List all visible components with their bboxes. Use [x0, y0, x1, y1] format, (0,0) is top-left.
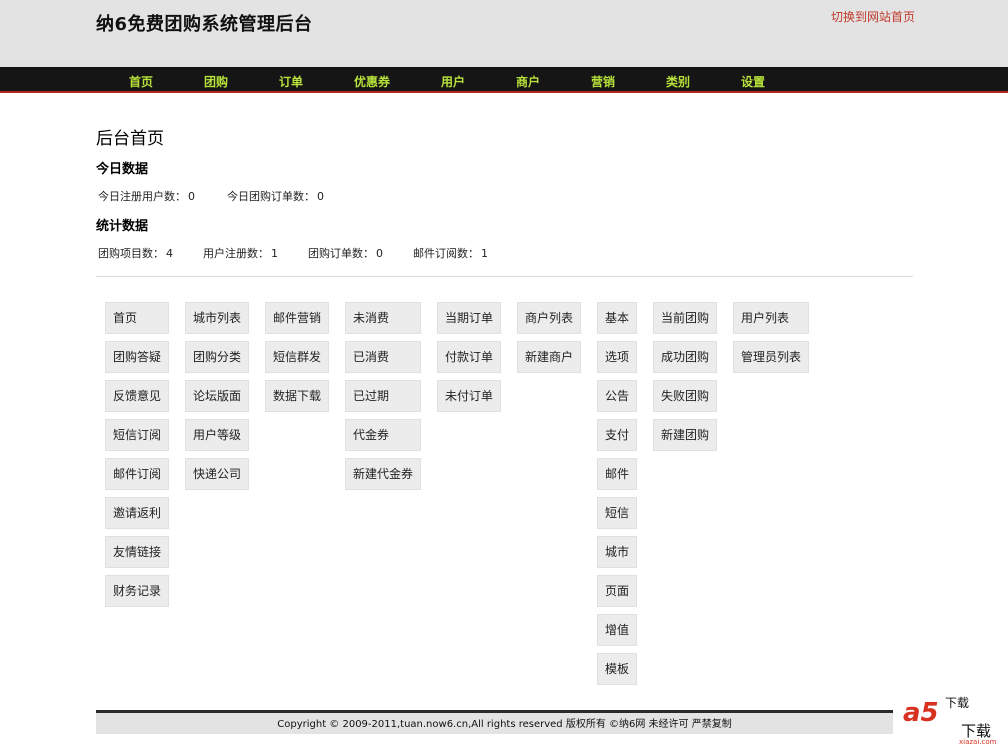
menu-btn-finance-records[interactable]: 财务记录 [105, 575, 170, 607]
menu-column-home: 首页 团购答疑 反馈意见 短信订阅 邮件订阅 邀请返利 友情链接 财务记录 [105, 302, 170, 614]
menu-btn-express-company[interactable]: 快递公司 [185, 458, 250, 490]
copyright-text: Copyright © 2009-2011,tuan.now6.cn,All r… [277, 719, 732, 730]
order-count-stat: 团购订单数： 0 [306, 245, 383, 261]
menu-btn-expired[interactable]: 已过期 [345, 380, 422, 412]
nav-item-groupbuy[interactable]: 团购 [204, 73, 228, 90]
stat-label: 用户注册数： [203, 247, 269, 260]
nav-item-users[interactable]: 用户 [441, 73, 465, 90]
menu-btn-templates[interactable]: 模板 [597, 653, 638, 685]
menu-column-settings: 基本 选项 公告 支付 邮件 短信 城市 页面 增值 模板 [597, 302, 638, 692]
menu-column-marketing: 邮件营销 短信群发 数据下载 [265, 302, 330, 419]
nav-item-settings[interactable]: 设置 [741, 73, 765, 90]
menu-btn-current-orders[interactable]: 当期订单 [437, 302, 502, 334]
menu-column-orders: 当期订单 付款订单 未付订单 [437, 302, 502, 419]
stat-value: 0 [317, 190, 324, 203]
menu-btn-options[interactable]: 选项 [597, 341, 638, 373]
menu-btn-consumed[interactable]: 已消费 [345, 341, 422, 373]
menu-btn-pages[interactable]: 页面 [597, 575, 638, 607]
user-register-stat: 用户注册数： 1 [201, 245, 278, 261]
menu-btn-data-download[interactable]: 数据下载 [265, 380, 330, 412]
menu-btn-city-list[interactable]: 城市列表 [185, 302, 250, 334]
stat-label: 今日团购订单数： [227, 190, 315, 203]
menu-btn-announcement[interactable]: 公告 [597, 380, 638, 412]
menu-btn-feedback[interactable]: 反馈意见 [105, 380, 170, 412]
stat-value: 1 [271, 247, 278, 260]
menu-btn-unpaid-orders[interactable]: 未付订单 [437, 380, 502, 412]
menu-btn-mail-subscribe[interactable]: 邮件订阅 [105, 458, 170, 490]
project-count-stat: 团购项目数： 4 [96, 245, 173, 261]
menu-btn-sms-broadcast[interactable]: 短信群发 [265, 341, 330, 373]
stat-label: 团购项目数： [98, 247, 164, 260]
nav-item-home[interactable]: 首页 [129, 73, 153, 90]
stat-label: 团购订单数： [308, 247, 374, 260]
mail-subscribe-stat: 邮件订阅数： 1 [411, 245, 488, 261]
menu-btn-basic[interactable]: 基本 [597, 302, 638, 334]
menu-btn-sms-subscribe[interactable]: 短信订阅 [105, 419, 170, 451]
menu-btn-value-added[interactable]: 增值 [597, 614, 638, 646]
watermark-text-top: 下载 [945, 696, 970, 710]
menu-column-deals: 当前团购 成功团购 失败团购 新建团购 [653, 302, 718, 458]
footer: Copyright © 2009-2011,tuan.now6.cn,All r… [96, 710, 913, 734]
main-nav: 首页 团购 订单 优惠券 用户 商户 营销 类别 设置 [0, 67, 1008, 93]
menu-btn-sms[interactable]: 短信 [597, 497, 638, 529]
switch-to-site-link[interactable]: 切换到网站首页 [831, 8, 915, 25]
menu-column-coupons: 未消费 已消费 已过期 代金券 新建代金券 [345, 302, 422, 497]
menu-btn-successful-deals[interactable]: 成功团购 [653, 341, 718, 373]
menu-btn-user-level[interactable]: 用户等级 [185, 419, 250, 451]
today-orders-stat: 今日团购订单数： 0 [225, 188, 324, 204]
menu-btn-groupbuy-category[interactable]: 团购分类 [185, 341, 250, 373]
menu-btn-admin-list[interactable]: 管理员列表 [733, 341, 810, 373]
menu-btn-mail[interactable]: 邮件 [597, 458, 638, 490]
stat-value: 0 [376, 247, 383, 260]
menu-btn-home[interactable]: 首页 [105, 302, 170, 334]
stat-label: 邮件订阅数： [413, 247, 479, 260]
menu-btn-faq[interactable]: 团购答疑 [105, 341, 170, 373]
stat-label: 今日注册用户数： [98, 190, 186, 203]
stat-value: 4 [166, 247, 173, 260]
section-divider [96, 276, 913, 277]
menu-btn-new-voucher[interactable]: 新建代金券 [345, 458, 422, 490]
menu-btn-vouchers[interactable]: 代金券 [345, 419, 422, 451]
menu-column-groupbuy: 城市列表 团购分类 论坛版面 用户等级 快递公司 [185, 302, 250, 497]
stat-value: 0 [188, 190, 195, 203]
menu-btn-unconsumed[interactable]: 未消费 [345, 302, 422, 334]
menu-btn-payment[interactable]: 支付 [597, 419, 638, 451]
menu-btn-paid-orders[interactable]: 付款订单 [437, 341, 502, 373]
page-title: 后台首页 [96, 129, 164, 149]
stat-value: 1 [481, 247, 488, 260]
watermark-domain: xiazai.com [959, 738, 997, 746]
today-register-stat: 今日注册用户数： 0 [96, 188, 195, 204]
nav-item-merchants[interactable]: 商户 [516, 73, 540, 90]
menu-btn-current-deals[interactable]: 当前团购 [653, 302, 718, 334]
menu-btn-invite-rebate[interactable]: 邀请返利 [105, 497, 170, 529]
nav-item-categories[interactable]: 类别 [666, 73, 690, 90]
menu-btn-failed-deals[interactable]: 失败团购 [653, 380, 718, 412]
menu-btn-forum-board[interactable]: 论坛版面 [185, 380, 250, 412]
nav-item-orders[interactable]: 订单 [279, 73, 303, 90]
summary-data-heading: 统计数据 [96, 219, 149, 234]
menu-btn-mail-marketing[interactable]: 邮件营销 [265, 302, 330, 334]
menu-btn-merchant-list[interactable]: 商户列表 [517, 302, 582, 334]
menu-btn-user-list[interactable]: 用户列表 [733, 302, 810, 334]
a5-logo-mark: a5 [903, 698, 939, 728]
a5-watermark-logo: a5 下载 下载 xiazai.com [893, 692, 1008, 750]
nav-item-marketing[interactable]: 营销 [591, 73, 615, 90]
menu-column-merchants: 商户列表 新建商户 [517, 302, 582, 380]
menu-btn-new-merchant[interactable]: 新建商户 [517, 341, 582, 373]
site-title: 纳6免费团购系统管理后台 [96, 14, 313, 35]
nav-item-coupons[interactable]: 优惠券 [354, 73, 390, 90]
menu-column-users: 用户列表 管理员列表 [733, 302, 810, 380]
menu-btn-new-deal[interactable]: 新建团购 [653, 419, 718, 451]
header: 纳6免费团购系统管理后台 切换到网站首页 [0, 0, 1008, 67]
today-data-heading: 今日数据 [96, 162, 149, 177]
menu-btn-friend-links[interactable]: 友情链接 [105, 536, 170, 568]
menu-btn-city[interactable]: 城市 [597, 536, 638, 568]
